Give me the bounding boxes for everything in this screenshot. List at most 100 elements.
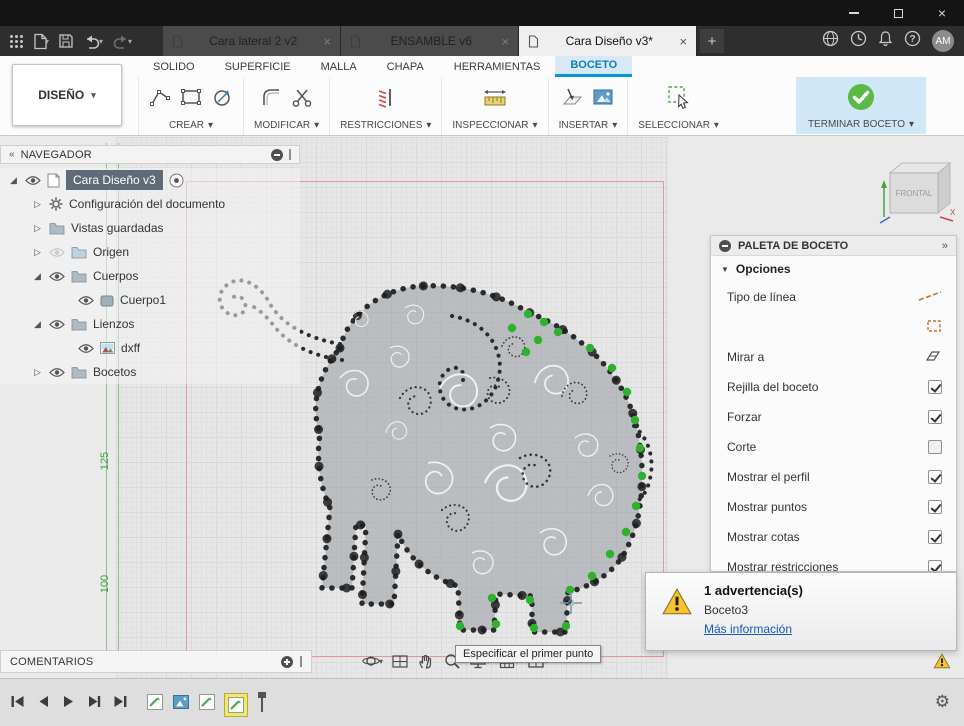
expand-collapsed-icon[interactable]: ▷ [32,223,43,234]
tab-herramientas[interactable]: HERRAMIENTAS [439,56,556,77]
tree-item-canvases[interactable]: ◢ Lienzos [0,312,300,336]
tree-item-label[interactable]: Vistas guardadas [71,221,164,235]
panel-minimize-icon[interactable] [719,239,731,252]
sketch-circle-icon[interactable] [211,86,233,113]
sketch-grid-checkbox[interactable] [928,380,942,394]
timeline-settings-gear-icon[interactable]: ⚙ [935,692,950,712]
navigator-header[interactable]: « NAVEGADOR [0,145,300,164]
visibility-eye-icon[interactable] [78,295,94,306]
expand-open-icon[interactable]: ◢ [32,271,43,282]
minimize-button[interactable] [832,0,876,26]
visibility-eye-off-icon[interactable] [49,247,65,258]
tree-item-label[interactable]: Lienzos [93,317,134,331]
close-icon[interactable]: × [501,34,509,49]
group-label-restricciones[interactable]: RESTRICCIONES ▾ [340,120,431,131]
finish-sketch-button[interactable]: TERMINAR BOCETO ▾ [796,77,926,134]
sketch-polyline-icon[interactable] [149,86,171,113]
more-info-link[interactable]: Más información [704,622,792,636]
visibility-eye-icon[interactable] [78,343,94,354]
tree-item-body1[interactable]: Cuerpo1 [0,288,300,312]
help-icon[interactable]: ? [904,30,921,52]
group-label-modificar[interactable]: MODIFICAR ▾ [254,120,319,131]
sketch-palette-header[interactable]: PALETA DE BOCETO » [711,236,956,256]
tree-item-root-document[interactable]: ◢ Cara Diseño v3 [0,168,300,192]
trim-scissors-icon[interactable] [291,86,313,113]
tab-malla[interactable]: MALLA [306,56,372,77]
slice-checkbox[interactable] [928,440,942,454]
visibility-eye-icon[interactable] [49,367,65,378]
app-grid-icon[interactable] [6,29,27,53]
panel-drag-handle[interactable] [300,656,302,667]
timeline-active-sketch-feature[interactable] [224,692,248,717]
expand-open-icon[interactable]: ◢ [8,175,19,186]
insert-dxf-icon[interactable] [561,86,583,113]
collapse-panel-icon[interactable]: « [9,149,15,160]
expand-collapsed-icon[interactable]: ▷ [32,247,43,258]
tree-item-label[interactable]: Cuerpo1 [120,293,166,307]
constraints-icon[interactable] [375,86,397,113]
fillet-icon[interactable] [260,86,282,113]
step-forward-button[interactable] [87,695,101,708]
comments-bar[interactable]: COMENTARIOS [0,650,312,673]
timeline-sketch-feature-icon[interactable] [146,693,164,716]
linetype-icon[interactable] [918,290,942,305]
tree-item-bodies[interactable]: ◢ Cuerpos [0,264,300,288]
measure-icon[interactable] [483,86,507,113]
tree-item-label[interactable]: dxff [121,341,140,355]
activate-target-icon[interactable] [169,173,184,188]
play-button[interactable] [62,695,75,708]
tree-item-label[interactable]: Bocetos [93,365,136,379]
job-status-icon[interactable] [850,30,867,52]
show-constraints-checkbox[interactable] [928,560,942,571]
undo-button[interactable]: ▾ [80,29,106,53]
file-menu-button[interactable]: ▾ [30,29,52,53]
tree-item-document-settings[interactable]: ▷ Configuración del documento [0,192,300,216]
tab-superficie[interactable]: SUPERFICIE [210,56,306,77]
workspace-selector-button[interactable]: DISEÑO ▾ [12,64,122,126]
tree-item-named-views[interactable]: ▷ Vistas guardadas [0,216,300,240]
look-at-icon[interactable] [924,349,942,366]
group-label-inspeccionar[interactable]: INSPECCIONAR ▾ [452,120,537,131]
tree-item-origin[interactable]: ▷ Origen [0,240,300,264]
redo-button[interactable]: ▾ [109,29,135,53]
tree-item-dxff[interactable]: dxff [0,336,300,360]
viewcube[interactable]: FRONTAL X [876,159,960,225]
insert-canvas-icon[interactable] [592,87,614,112]
construction-line-icon[interactable] [926,319,942,336]
show-dimensions-checkbox[interactable] [928,530,942,544]
skip-to-end-button[interactable] [113,695,128,708]
expand-panel-icon[interactable]: » [942,240,948,252]
tab-solido[interactable]: SOLIDO [138,56,210,77]
orbit-tool-button[interactable]: ▾ [362,652,383,670]
panel-expand-icon[interactable] [281,655,293,668]
panel-minimize-icon[interactable] [271,148,283,161]
group-label-insertar[interactable]: INSERTAR ▾ [559,120,618,131]
tree-item-sketches[interactable]: ▷ Bocetos [0,360,300,384]
visibility-eye-icon[interactable] [49,271,65,282]
visibility-eye-icon[interactable] [25,175,41,186]
user-avatar[interactable]: AM [932,30,954,52]
tab-chapa[interactable]: CHAPA [372,56,439,77]
dimension-label-100[interactable]: 100 [99,575,111,593]
maximize-button[interactable] [876,0,920,26]
pan-tool-button[interactable] [417,652,435,670]
warning-indicator-icon[interactable] [933,653,951,674]
tree-item-label[interactable]: Cuerpos [93,269,138,283]
show-profile-checkbox[interactable] [928,470,942,484]
sketch-rectangle-icon[interactable] [180,86,202,113]
select-icon[interactable] [666,84,692,115]
close-icon[interactable]: × [323,34,331,49]
group-label-crear[interactable]: CREAR ▾ [169,120,213,131]
timeline-sketch-feature-icon[interactable] [198,693,216,716]
timeline-canvas-feature-icon[interactable] [172,694,190,715]
tree-item-label-selected[interactable]: Cara Diseño v3 [66,170,163,190]
tree-item-label[interactable]: Origen [93,245,129,259]
palette-section-options[interactable]: ▼ Opciones [711,256,956,282]
tab-boceto-active[interactable]: BOCETO [555,56,633,77]
new-tab-button[interactable]: + [700,29,725,53]
look-at-tool-button[interactable] [391,652,409,670]
save-button[interactable] [55,29,77,53]
expand-collapsed-icon[interactable]: ▷ [32,367,43,378]
dimension-label-125[interactable]: 125 [99,452,111,470]
show-points-checkbox[interactable] [928,500,942,514]
